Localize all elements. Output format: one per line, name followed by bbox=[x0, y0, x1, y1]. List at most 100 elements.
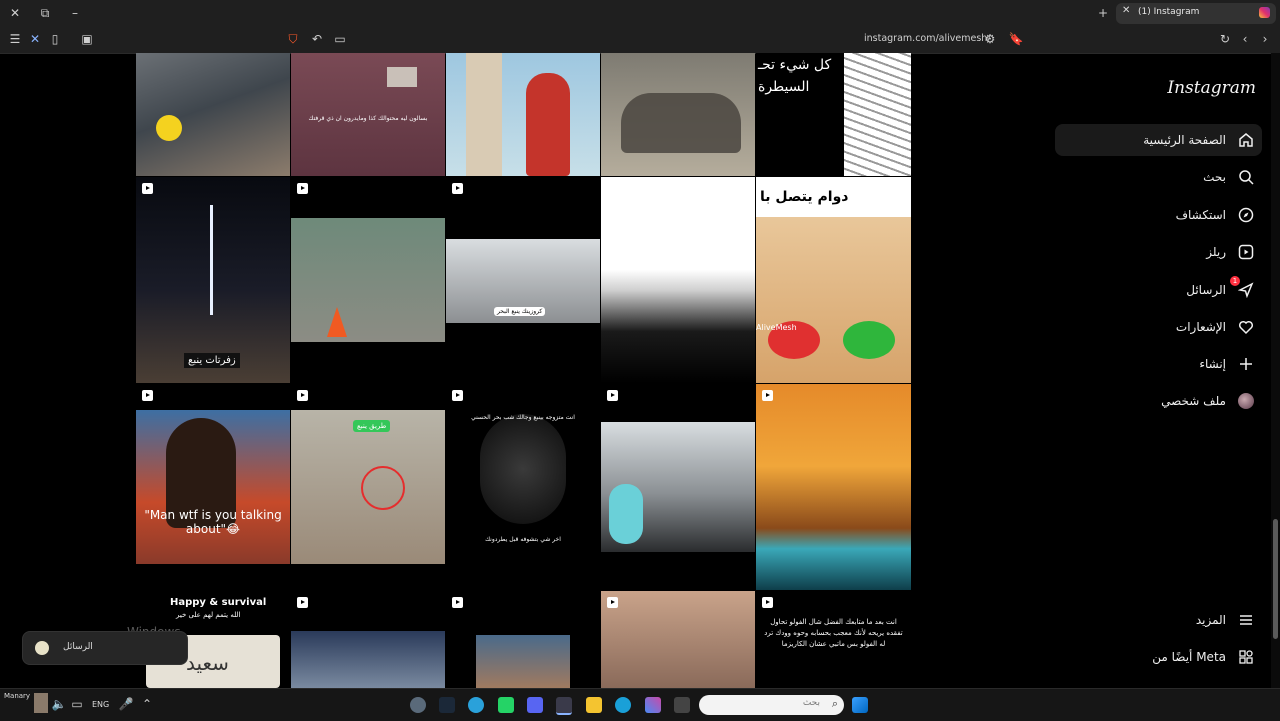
reload-icon[interactable]: ↻ bbox=[1218, 32, 1232, 46]
edge-icon[interactable] bbox=[615, 697, 631, 713]
post-caption: كروزينك ينبع البحر bbox=[494, 307, 546, 316]
start-icon[interactable] bbox=[852, 697, 868, 713]
sidebar-item-label: ريلز bbox=[1206, 245, 1226, 259]
copilot-icon[interactable] bbox=[645, 697, 661, 713]
grid-post[interactable]: زفرتات ينبع bbox=[136, 177, 290, 383]
back-history-icon[interactable]: ↶ bbox=[310, 32, 324, 46]
brave-shield-icon[interactable]: ⛉ bbox=[286, 32, 300, 46]
hamburger-icon bbox=[1238, 612, 1254, 628]
site-settings-icon[interactable]: ⚙ bbox=[983, 32, 997, 46]
back-icon[interactable]: ‹ bbox=[1238, 32, 1252, 46]
sidebar-item-profile[interactable]: ملف شخصي bbox=[1055, 385, 1262, 417]
grid-post[interactable] bbox=[446, 591, 600, 688]
reel-icon bbox=[142, 390, 153, 401]
apps-icon bbox=[1238, 649, 1254, 665]
task-view-icon[interactable] bbox=[674, 697, 690, 713]
grid-post[interactable]: "Man wtf is you talking about"😂 bbox=[136, 384, 290, 590]
sidebar-item-label: إنشاء bbox=[1199, 357, 1226, 371]
cones-scene bbox=[291, 218, 445, 342]
chevron-up-icon[interactable]: ⌃ bbox=[140, 697, 154, 711]
restore-window-icon[interactable]: ⧉ bbox=[38, 6, 52, 20]
sidebar-item-explore[interactable]: استكشاف bbox=[1055, 199, 1262, 231]
sidebar-item-more[interactable]: المزيد bbox=[1055, 604, 1262, 636]
page-scrollbar[interactable] bbox=[1271, 53, 1280, 688]
reel-icon bbox=[762, 390, 773, 401]
reels-icon bbox=[1238, 244, 1254, 260]
sidebar-item-messages[interactable]: الرسائل 1 bbox=[1055, 274, 1262, 306]
grid-post[interactable] bbox=[601, 384, 755, 590]
messages-toast[interactable]: الرسائل bbox=[22, 631, 188, 665]
grid-post[interactable] bbox=[601, 591, 755, 688]
sidebar-item-meta[interactable]: أيضًا من Meta bbox=[1055, 641, 1262, 673]
close-tab-icon[interactable]: ✕ bbox=[1122, 5, 1130, 16]
instagram-logo[interactable]: Instagram bbox=[1167, 78, 1256, 98]
sidebar-item-label: ملف شخصي bbox=[1161, 394, 1226, 408]
scrollbar-thumb[interactable] bbox=[1273, 519, 1278, 639]
search-icon bbox=[1238, 169, 1254, 185]
post-caption: السيطرة bbox=[758, 79, 810, 95]
taskbar-search[interactable]: بحث ⌕ bbox=[699, 695, 844, 715]
reel-icon bbox=[452, 597, 463, 608]
tab-overview-icon[interactable]: ▣ bbox=[80, 32, 94, 46]
tab-title: (1) Instagram bbox=[1138, 7, 1200, 17]
sidebar-item-create[interactable]: إنشاء bbox=[1055, 348, 1262, 380]
grid-post[interactable]: انت بعد ما متابعك الفضل شال الفولو تحاول… bbox=[756, 591, 911, 688]
file-explorer-icon[interactable] bbox=[586, 697, 602, 713]
grid-post[interactable] bbox=[446, 53, 600, 176]
sidebar-nav: Instagram الصفحة الرئيسية بحث استكشاف ري… bbox=[1053, 53, 1268, 688]
extension-icon[interactable]: ✕ bbox=[28, 32, 42, 46]
settings-icon[interactable] bbox=[410, 697, 426, 713]
sidebar-item-home[interactable]: الصفحة الرئيسية bbox=[1055, 124, 1262, 156]
sidebar-item-label: الصفحة الرئيسية bbox=[1143, 133, 1226, 147]
accept-call-button bbox=[843, 321, 895, 359]
grid-post[interactable] bbox=[291, 591, 445, 688]
sidebar-item-search[interactable]: بحث bbox=[1055, 161, 1262, 193]
forward-icon[interactable]: › bbox=[1258, 32, 1272, 46]
menu-icon[interactable]: ☰ bbox=[8, 32, 22, 46]
screen-icon[interactable]: ▭ bbox=[333, 32, 347, 46]
grid-post[interactable]: دوام يتصل با AliveMesh bbox=[756, 177, 911, 383]
search-icon: ⌕ bbox=[831, 697, 838, 710]
profile-post-grid: بسالون ليه محتوالك كذا ومايدرون ان ذي قر… bbox=[136, 53, 911, 688]
manga-panel bbox=[844, 53, 911, 176]
sidebar-item-label: استكشاف bbox=[1175, 208, 1226, 222]
grid-post[interactable]: طريق ينبع bbox=[291, 384, 445, 590]
reel-icon bbox=[142, 183, 153, 194]
figure-suit bbox=[466, 53, 502, 176]
tab-instagram[interactable]: ✕ (1) Instagram bbox=[1116, 3, 1276, 24]
browser-app-icon[interactable] bbox=[556, 697, 572, 715]
microphone-icon[interactable]: 🎤 bbox=[119, 697, 134, 711]
grid-post[interactable]: كل شيء تحـ السيطرة bbox=[756, 53, 911, 176]
sidebar-item-reels[interactable]: ريلز bbox=[1055, 236, 1262, 268]
reel-icon bbox=[452, 390, 463, 401]
sidebar-item-notifications[interactable]: الإشعارات bbox=[1055, 311, 1262, 343]
weather-widget[interactable]: Manary bbox=[4, 692, 30, 700]
grid-post[interactable] bbox=[136, 53, 290, 176]
grid-post[interactable]: انت متزوجه بينبع وجالك شب بحر الحسني اخر… bbox=[446, 384, 600, 590]
bookmark-icon[interactable]: 🔖 bbox=[1009, 32, 1024, 46]
whatsapp-icon[interactable] bbox=[498, 697, 514, 713]
grid-post[interactable]: بسالون ليه محتوالك كذا ومايدرون ان ذي قر… bbox=[291, 53, 445, 176]
heart-icon bbox=[1238, 319, 1254, 335]
grid-post[interactable] bbox=[291, 177, 445, 383]
sidebar-toggle-icon[interactable]: ▯ bbox=[48, 32, 62, 46]
grid-post[interactable] bbox=[601, 177, 755, 383]
grid-post[interactable] bbox=[601, 53, 755, 176]
post-caption: طريق ينبع bbox=[353, 420, 391, 432]
post-caption: انت بعد ما متابعك الفضل شال الفولو تحاول… bbox=[764, 618, 903, 648]
display-icon[interactable]: ▭ bbox=[70, 697, 84, 711]
grid-post[interactable]: كروزينك ينبع البحر bbox=[446, 177, 600, 383]
close-window-icon[interactable]: ✕ bbox=[8, 6, 22, 20]
discord-icon[interactable] bbox=[527, 697, 543, 713]
volume-icon[interactable]: 🔈 bbox=[52, 697, 67, 711]
new-tab-icon[interactable]: + bbox=[1096, 6, 1110, 20]
address-bar-url[interactable]: instagram.com/alivemesh/ bbox=[864, 33, 991, 44]
sidebar-item-label: الرسائل bbox=[1186, 283, 1226, 297]
telegram-icon[interactable] bbox=[468, 697, 484, 713]
post-caption: بسالون ليه محتوالك كذا ومايدرون ان ذي قر… bbox=[308, 115, 428, 122]
grid-post[interactable] bbox=[756, 384, 911, 590]
steam-icon[interactable] bbox=[439, 697, 455, 713]
reel-icon bbox=[607, 597, 618, 608]
language-indicator[interactable]: ENG bbox=[92, 700, 109, 709]
minimize-window-icon[interactable]: – bbox=[68, 6, 82, 20]
